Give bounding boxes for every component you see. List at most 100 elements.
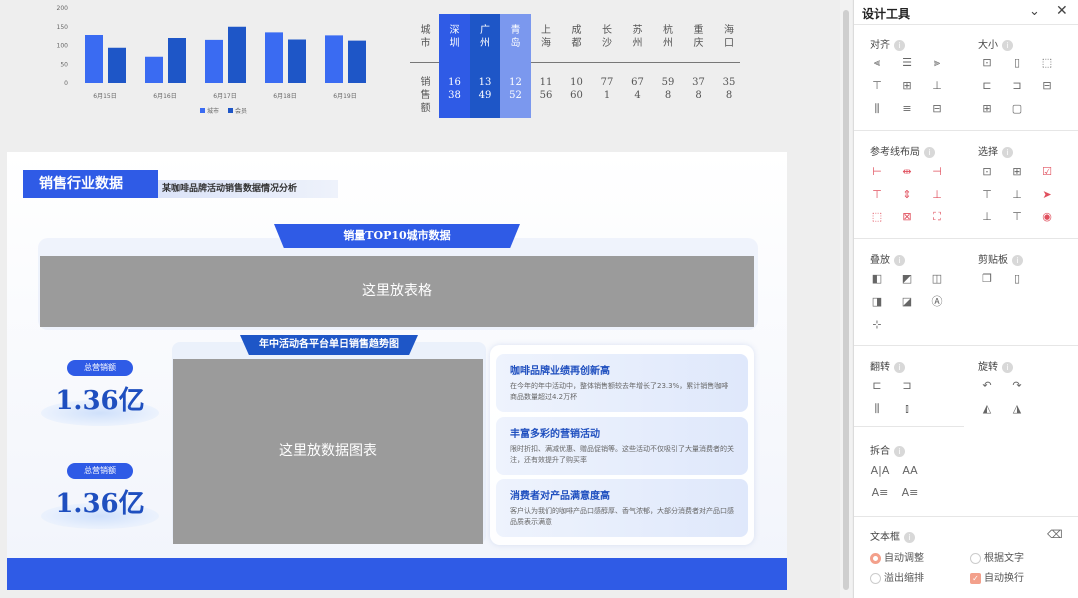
same-height-icon[interactable]: ▯ xyxy=(1010,56,1024,70)
info-icon[interactable]: i xyxy=(1012,254,1023,266)
bring-forward-icon[interactable]: ◩ xyxy=(900,272,914,286)
guide-center-h-icon[interactable]: ⇹ xyxy=(900,165,914,179)
select-pointer-icon[interactable]: ➤ xyxy=(1040,188,1054,202)
flip-right-icon[interactable]: ⊐ xyxy=(900,379,914,393)
align-bottom-icon[interactable]: ⊥ xyxy=(930,79,944,93)
distribute-horizontal-icon[interactable]: ⫼ xyxy=(870,102,884,116)
table-column[interactable]: 重庆 378 xyxy=(683,14,714,118)
close-icon[interactable]: ✕ xyxy=(1056,3,1068,19)
resize-page-icon[interactable]: ⊞ xyxy=(980,102,994,116)
fit-text-option[interactable]: 根据文字 xyxy=(970,549,1024,564)
table-column[interactable]: 成都 1060 xyxy=(561,14,592,118)
guide-bottom-icon[interactable]: ⊥ xyxy=(930,188,944,202)
merge-text-icon[interactable]: AA xyxy=(900,464,920,478)
insight-card[interactable]: 丰富多彩的营销活动 限时折扣、满减优惠、赠品促销等。这些活动不仅吸引了大量消费者… xyxy=(496,417,748,475)
info-icon[interactable]: i xyxy=(894,39,905,51)
distribute-vertical-icon[interactable]: ≡ xyxy=(900,102,914,116)
rotate-left-icon[interactable]: ↶ xyxy=(980,379,994,393)
select-check-icon[interactable]: ☑ xyxy=(1040,165,1054,179)
checkbox-checked-icon[interactable]: ✓ xyxy=(970,572,981,584)
mirror-icon[interactable]: ◭ xyxy=(980,402,994,416)
merge-lines-icon[interactable]: A≡ xyxy=(900,486,920,500)
auto-adjust-option[interactable]: 自动调整 xyxy=(870,549,924,564)
text-layer-icon[interactable]: Ⓐ xyxy=(930,295,944,309)
table-column[interactable]: 长沙 771 xyxy=(592,14,623,118)
slide-footer-bar[interactable] xyxy=(7,558,787,590)
table-column[interactable]: 苏州 674 xyxy=(622,14,653,118)
distribute-grid-icon[interactable]: ⊟ xyxy=(930,102,944,116)
guide-corners-icon[interactable]: ⛶ xyxy=(930,210,944,224)
visibility-eye-icon[interactable]: ◉ xyxy=(1040,210,1054,224)
table-column[interactable]: 杭州 598 xyxy=(653,14,684,118)
table-column[interactable]: 城市 销售额 xyxy=(410,14,441,118)
chart-placeholder[interactable]: 这里放数据图表 xyxy=(173,359,483,544)
mini-bar-chart[interactable]: 0 50 100 150 200 6月15日 6月16日 6月17日 6月18日 6月19日城市 会… xyxy=(40,0,380,125)
select-type-icon[interactable]: ⊞ xyxy=(1010,165,1024,179)
layer-stack-icon[interactable]: ◪ xyxy=(900,295,914,309)
align-right-icon[interactable]: ⫸ xyxy=(930,56,944,70)
radio-unselected-icon[interactable] xyxy=(870,572,881,584)
flip-left-icon[interactable]: ⊏ xyxy=(870,379,884,393)
table-column[interactable]: 海口 358 xyxy=(714,14,745,118)
bring-front-icon[interactable]: ◧ xyxy=(870,272,884,286)
table-column[interactable]: 上海 1156 xyxy=(531,14,562,118)
flip-vertical-icon[interactable]: ⫼ xyxy=(870,402,884,416)
guide-right-icon[interactable]: ⊣ xyxy=(930,165,944,179)
guide-grid-icon[interactable]: ⊠ xyxy=(900,210,914,224)
mirror-flip-icon[interactable]: ◮ xyxy=(1010,402,1024,416)
table-placeholder[interactable]: 这里放表格 xyxy=(40,256,754,327)
slide-title[interactable]: 销售行业数据 xyxy=(23,170,158,198)
table-column[interactable]: 深圳 1638 xyxy=(439,14,470,118)
kpi-card[interactable]: 总营销额 1.36亿 xyxy=(41,463,161,543)
split-lines-icon[interactable]: A≡ xyxy=(870,486,890,500)
kpi-card[interactable]: 总营销额 1.36亿 xyxy=(41,360,161,440)
align-middle-icon[interactable]: ⊞ xyxy=(900,79,914,93)
info-icon[interactable]: i xyxy=(894,254,905,266)
slide-canvas[interactable]: 销售行业数据 某咖啡品牌活动销售数据情况分析 销量TOP10城市数据 这里放表格… xyxy=(7,152,787,590)
align-top-icon[interactable]: ⊤ xyxy=(870,79,884,93)
resize-reset-icon[interactable]: ▢ xyxy=(1010,102,1024,116)
resize-left-icon[interactable]: ⊏ xyxy=(980,79,994,93)
insight-card[interactable]: 消费者对产品满意度高 客户认为我们的咖啡产品口感醇厚、香气浓郁，大部分消费者对产… xyxy=(496,479,748,537)
resize-right-icon[interactable]: ⊐ xyxy=(1010,79,1024,93)
select-invert-icon[interactable]: ⊤ xyxy=(1010,210,1024,224)
info-icon[interactable]: i xyxy=(894,361,905,373)
flip-horizontal-icon[interactable]: ⫾ xyxy=(900,402,914,416)
same-size-icon[interactable]: ⬚ xyxy=(1040,56,1054,70)
guide-center-v-icon[interactable]: ⇕ xyxy=(900,188,914,202)
slide-subtitle[interactable]: 某咖啡品牌活动销售数据情况分析 xyxy=(158,180,338,198)
guide-top-icon[interactable]: ⊤ xyxy=(870,188,884,202)
table-column[interactable]: 广州 1349 xyxy=(469,14,501,118)
collapse-chevron-icon[interactable]: ⌄ xyxy=(1029,4,1040,19)
same-width-icon[interactable]: ⊡ xyxy=(980,56,994,70)
select-above-icon[interactable]: ⊤ xyxy=(980,188,994,202)
align-left-icon[interactable]: ⫷ xyxy=(870,56,884,70)
info-icon[interactable]: i xyxy=(894,445,905,457)
info-icon[interactable]: i xyxy=(1002,361,1013,373)
guide-left-icon[interactable]: ⊢ xyxy=(870,165,884,179)
copy-icon[interactable]: ❐ xyxy=(980,272,994,286)
overflow-option[interactable]: 溢出缩排 xyxy=(870,569,924,584)
canvas-scroll-thumb[interactable] xyxy=(843,10,849,590)
select-same-icon[interactable]: ⊡ xyxy=(980,165,994,179)
split-text-icon[interactable]: A|A xyxy=(870,464,890,478)
info-icon[interactable]: i xyxy=(1002,146,1013,158)
chart-ribbon[interactable]: 年中活动各平台单日销售趋势图 xyxy=(240,335,418,355)
layer-tree-icon[interactable]: ⊹ xyxy=(870,318,884,332)
top10-ribbon[interactable]: 销量TOP10城市数据 xyxy=(274,224,520,248)
send-backward-icon[interactable]: ◨ xyxy=(870,295,884,309)
radio-unselected-icon[interactable] xyxy=(970,552,981,564)
paste-icon[interactable]: ▯ xyxy=(1010,272,1024,286)
select-below-icon[interactable]: ⊥ xyxy=(980,210,994,224)
align-center-icon[interactable]: ☰ xyxy=(900,56,914,70)
radio-selected-icon[interactable] xyxy=(870,552,881,564)
select-level-icon[interactable]: ⊥ xyxy=(1010,188,1024,202)
insight-card[interactable]: 咖啡品牌业绩再创新高 在今年的年中活动中，整体销售额较去年增长了23.3%，累计… xyxy=(496,354,748,412)
info-icon[interactable]: i xyxy=(924,146,935,158)
table-column[interactable]: 青岛 1252 xyxy=(500,14,531,118)
city-sales-table[interactable]: 城市 销售额 深圳 1638 广州 1349 青岛 1252 上海 1156 成都 1060 长沙 771… xyxy=(410,14,745,118)
auto-wrap-option[interactable]: ✓ 自动换行 xyxy=(970,569,1024,584)
send-back-icon[interactable]: ◫ xyxy=(930,272,944,286)
eraser-icon[interactable]: ⌫ xyxy=(1047,528,1063,542)
rotate-right-icon[interactable]: ↷ xyxy=(1010,379,1024,393)
